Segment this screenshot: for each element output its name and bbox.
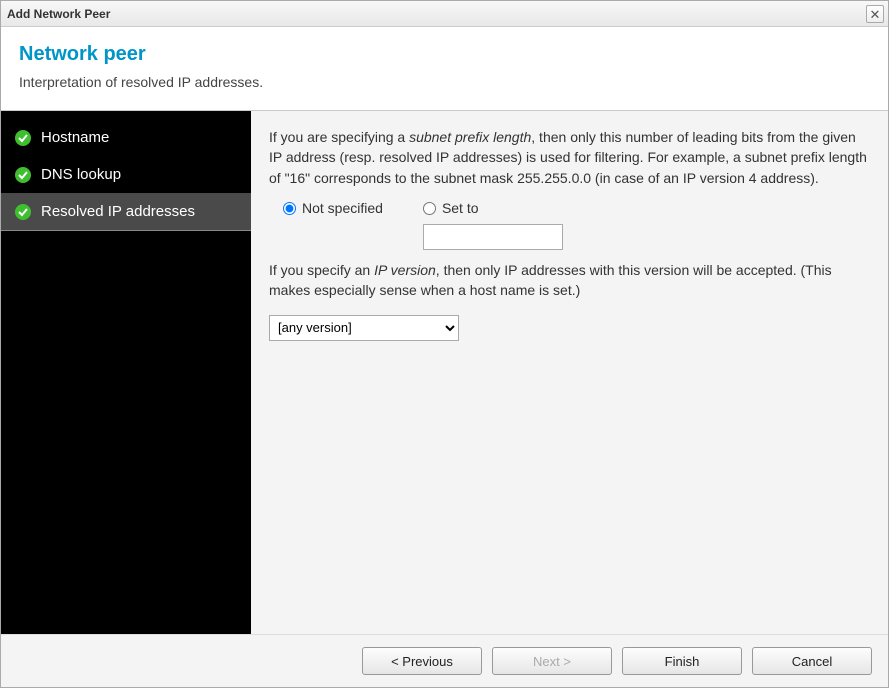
radio-set-to-input[interactable] — [423, 202, 436, 215]
close-icon: ✕ — [870, 8, 881, 21]
sidebar-item-resolved-ip[interactable]: Resolved IP addresses — [1, 193, 251, 231]
sidebar: Hostname DNS lookup Resolved IP addresse… — [1, 111, 251, 634]
sidebar-item-label: DNS lookup — [41, 166, 121, 183]
close-button[interactable]: ✕ — [866, 5, 884, 23]
sidebar-item-dns-lookup[interactable]: DNS lookup — [1, 156, 251, 193]
footer: < Previous Next > Finish Cancel — [1, 634, 888, 687]
dialog: Add Network Peer ✕ Network peer Interpre… — [0, 0, 889, 688]
ip-version-description: If you specify an IP version, then only … — [269, 260, 870, 301]
page-subtitle: Interpretation of resolved IP addresses. — [19, 74, 870, 90]
next-button: Next > — [492, 647, 612, 675]
check-icon — [15, 130, 31, 146]
page-title: Network peer — [19, 43, 870, 66]
dialog-title: Add Network Peer — [7, 7, 110, 21]
radio-set-to[interactable]: Set to — [423, 198, 563, 218]
subnet-description: If you are specifying a subnet prefix le… — [269, 127, 870, 188]
sidebar-item-hostname[interactable]: Hostname — [1, 119, 251, 156]
finish-button[interactable]: Finish — [622, 647, 742, 675]
radio-not-specified-label: Not specified — [302, 198, 383, 218]
subnet-prefix-radio-group: Not specified Set to — [283, 198, 870, 250]
body: Hostname DNS lookup Resolved IP addresse… — [1, 111, 888, 634]
ip-version-select[interactable]: [any version] — [269, 315, 459, 341]
titlebar: Add Network Peer ✕ — [1, 1, 888, 27]
check-icon — [15, 167, 31, 183]
cancel-button[interactable]: Cancel — [752, 647, 872, 675]
content: If you are specifying a subnet prefix le… — [251, 111, 888, 634]
radio-not-specified-input[interactable] — [283, 202, 296, 215]
radio-set-to-label: Set to — [442, 198, 479, 218]
sidebar-item-label: Resolved IP addresses — [41, 203, 195, 220]
check-icon — [15, 204, 31, 220]
header: Network peer Interpretation of resolved … — [1, 27, 888, 111]
radio-not-specified[interactable]: Not specified — [283, 198, 383, 218]
sidebar-item-label: Hostname — [41, 129, 109, 146]
prefix-length-input[interactable] — [423, 224, 563, 250]
previous-button[interactable]: < Previous — [362, 647, 482, 675]
